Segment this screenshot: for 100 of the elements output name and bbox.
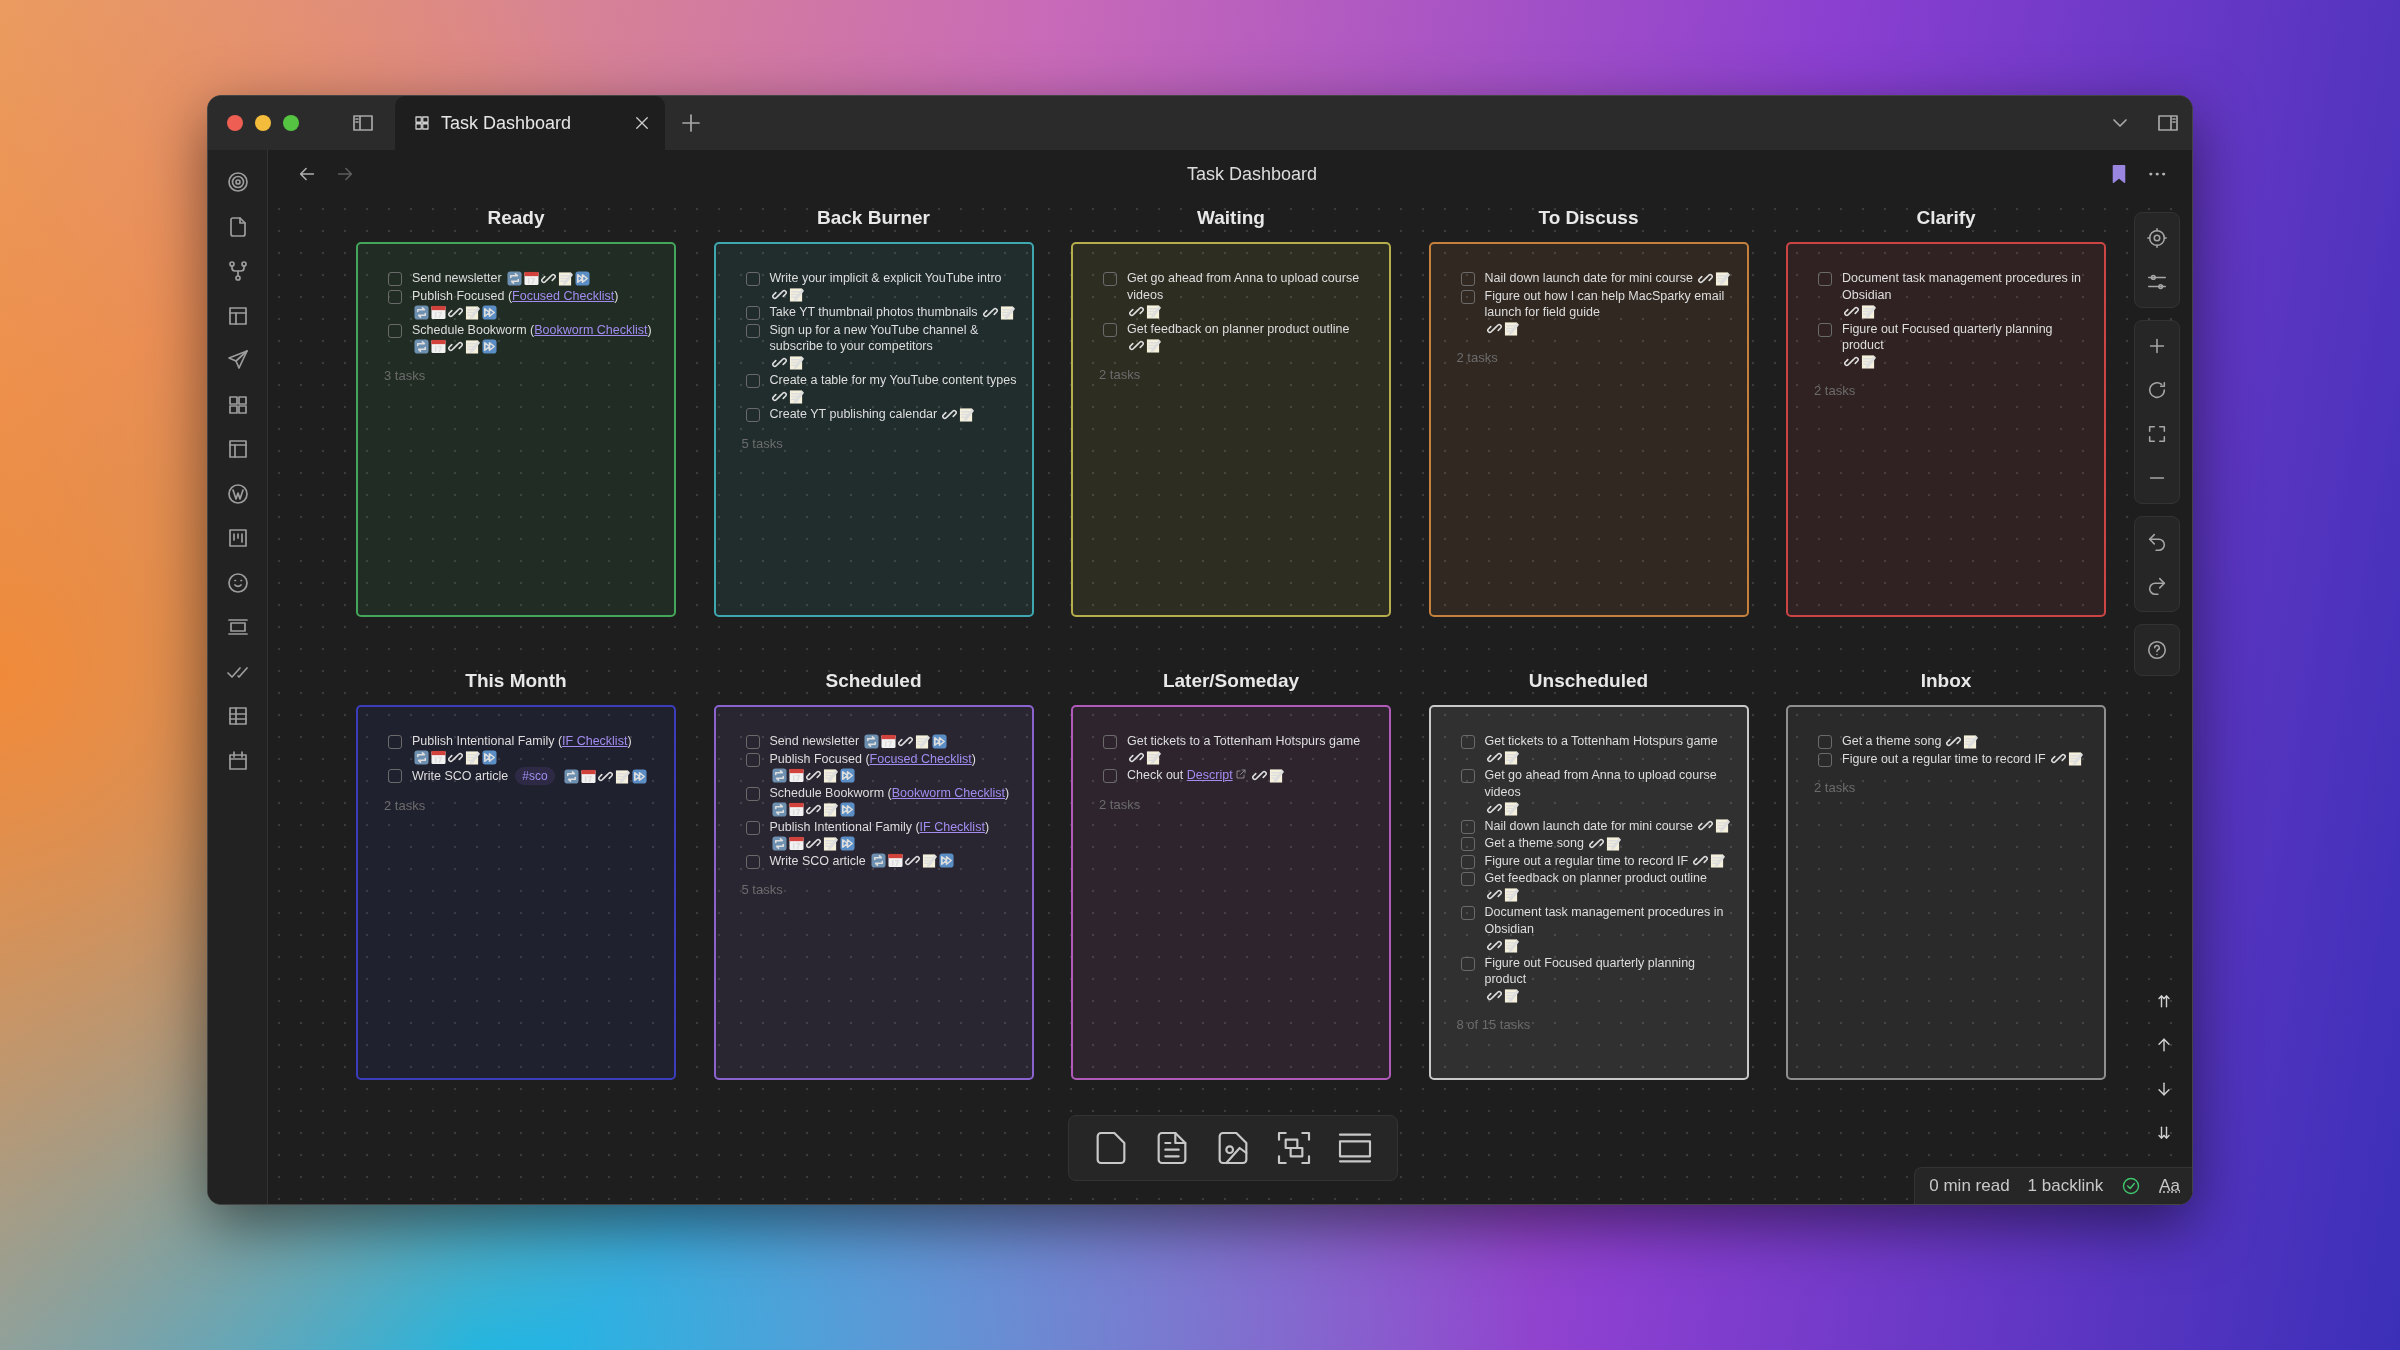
checkbox[interactable] [745,786,760,801]
checkbox[interactable] [1460,837,1475,851]
link[interactable]: Bookworm Checklist [534,322,648,337]
task-card[interactable] [713,242,1034,617]
task-text: Create a table for my YouTube content types [769,372,1017,389]
task-text: Schedule Bookworm (Bookworm Checklist) [412,321,652,338]
send-icon[interactable] [225,348,250,372]
task-card[interactable]: Document task management procedures in Obsidian Figure out Focused quarterly planning product 2 tasks [1786,242,2106,617]
task-text: Publish Focused (Focused Checklist) [412,287,619,304]
task-text: Figure out a regular time to record IF [1484,852,1689,869]
column-title: Unscheduled [1528,669,1649,693]
memo-icon [1714,270,1730,286]
task-text: Document task management procedures in Obsidian [1842,270,2082,303]
task-text: Write SCO article [412,767,509,785]
calendar-icon [788,767,804,783]
memo-icon [999,304,1015,320]
memo-icon [1268,767,1284,783]
column-title: Later/Someday [1162,669,1300,693]
calendar-icon [881,733,897,749]
task-card[interactable]: Nail down launch date for mini course Figure out how I can help MacSparky email launch for field guide 2 tasks [1428,242,1749,617]
memo-icon [1605,835,1621,851]
refresh-icon[interactable] [2146,379,2168,401]
checkbox[interactable] [1460,769,1475,783]
repeat-icon [870,853,886,869]
checkbox[interactable] [1460,735,1475,749]
task-text: Sign up for a new YouTube channel & subscribe to your competitors [769,321,980,355]
checkbox[interactable] [388,289,402,304]
link[interactable]: Descript [1186,768,1233,782]
checkbox[interactable] [1818,735,1832,749]
task-card[interactable] [1428,705,1749,1080]
checkbox[interactable] [745,735,760,749]
redo-icon[interactable] [2146,575,2168,597]
repeat-icon [771,801,787,817]
task-text: Get go ahead from Anna to upload course videos [1484,767,1718,800]
link[interactable]: IF Checklist [919,819,985,834]
memo-icon [959,406,975,422]
checkbox[interactable] [1460,819,1475,834]
memo-icon [1503,937,1519,953]
checkbox[interactable] [1103,769,1117,783]
new-tab-icon[interactable] [679,111,703,135]
help-icon[interactable] [2146,639,2168,661]
memo-icon [1861,354,1876,370]
checkbox[interactable] [388,323,402,338]
checkbox[interactable] [1818,752,1832,767]
memo-icon [822,767,838,783]
checkbox[interactable] [1818,272,1832,286]
memo-icon [1710,853,1726,869]
task-text: Get tickets to a Tottenham Hotspurs game [1484,733,1718,750]
checkbox[interactable] [1460,289,1475,304]
link[interactable]: Focused Checklist [869,751,972,766]
smiley-icon[interactable] [225,570,250,595]
checkbox[interactable] [745,854,760,869]
tab[interactable]: Task Dashboard [395,96,665,150]
column-title: Waiting [1197,206,1265,230]
repeat-icon [771,835,787,851]
task-card[interactable]: Get a theme song Figure out a regular time to record IF 2 tasks [1786,705,2106,1080]
task-card[interactable]: Send newsletter Publish Focused (Focused Checklist) Schedule Bookworm (Bookworm Checklist) 3 tasks [356,242,676,617]
task-card[interactable]: Publish Intentional Family (IF Checklist) Write SCO article #sco 2 tasks [356,705,676,1080]
undo-icon[interactable] [2146,531,2168,553]
checkbox[interactable] [745,272,760,286]
checkbox[interactable] [388,735,402,749]
memo-icon [1146,337,1161,353]
task-card[interactable]: Get tickets to a Tottenham Hotspurs game Check out Descript 2 tasks [1071,705,1391,1080]
checkbox[interactable] [1460,854,1475,869]
link[interactable]: Bookworm Checklist [891,785,1005,800]
checkbox[interactable] [745,408,760,422]
checkbox[interactable] [1103,322,1117,337]
checkbox[interactable] [745,820,760,835]
link[interactable]: Focused Checklist [512,288,615,303]
task-text: Get go ahead from Anna to upload course videos [1127,270,1361,303]
column-title: To Discuss [1538,206,1639,230]
task-card[interactable]: Get go ahead from Anna to upload course videos Get feedback on planner product outline 2 tasks [1071,242,1391,617]
checkbox[interactable] [1818,322,1832,337]
memo-icon [921,853,937,869]
close-window-button[interactable] [227,115,243,131]
checkbox[interactable] [745,374,760,388]
checkbox[interactable] [1460,956,1475,971]
checkbox[interactable] [1460,272,1475,286]
checkbox[interactable] [745,752,760,767]
checkbox[interactable] [745,323,760,338]
zoom-window-button[interactable] [283,115,299,131]
memo-icon [1503,321,1519,337]
checkbox[interactable] [1103,735,1117,749]
backlink-count[interactable]: 1 backlink [2027,1176,2104,1196]
link[interactable]: IF Checklist [562,734,628,748]
task-card[interactable]: Send newsletter Publish Focused (Focused Checklist) Schedule Bookworm (Bookworm Checklist) Publish Intentional Family (IF Checklist) Write SCO article 5 tasks [713,705,1034,1080]
checkbox[interactable] [1460,872,1475,886]
checkbox[interactable] [388,769,402,783]
fullscreen-icon[interactable] [2146,423,2168,445]
close-icon[interactable] [633,114,651,132]
tag[interactable]: #sco [515,767,555,785]
checkbox[interactable] [1103,272,1117,286]
checkbox[interactable] [1460,906,1475,920]
task-text: Figure out a regular time to record IF [1842,750,2046,767]
minimize-window-button[interactable] [255,115,271,131]
memo-icon [1146,303,1161,319]
checkbox[interactable] [745,306,760,320]
memo-icon [614,768,630,784]
checkbox[interactable] [388,272,402,286]
font-button[interactable]: Aa [2159,1176,2180,1196]
